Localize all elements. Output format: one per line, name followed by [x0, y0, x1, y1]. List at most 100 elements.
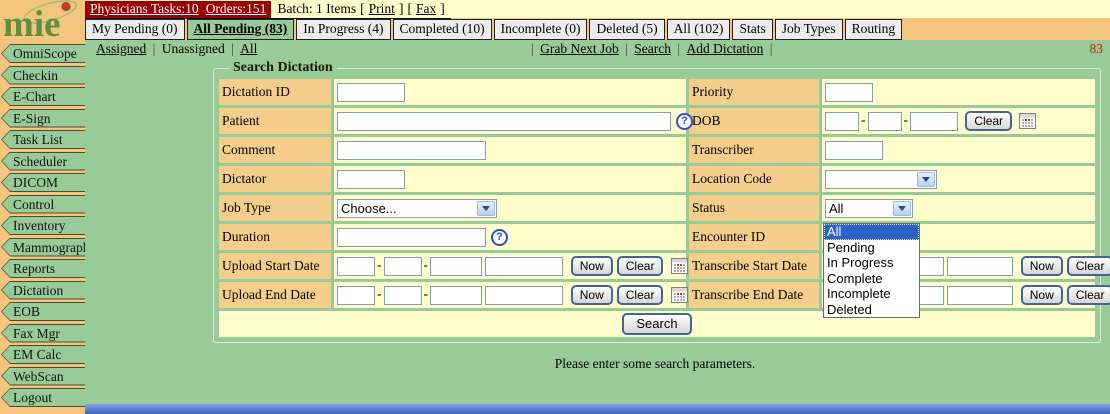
sidebar-item-reports[interactable]: Reports: [1, 259, 85, 278]
field-label-transcribe-start-date: Transcribe Start Date: [689, 253, 819, 279]
calendar-icon[interactable]: [671, 287, 688, 303]
batch-info: Batch: 1 Items [ Print ] [ Fax ]: [271, 1, 450, 18]
help-icon[interactable]: ?: [491, 229, 508, 246]
status-select[interactable]: All: [825, 199, 913, 218]
fax-link[interactable]: Fax: [416, 1, 436, 17]
dob-year-input[interactable]: [910, 112, 958, 131]
duration-input[interactable]: [337, 228, 486, 247]
transcribe-start-now-button[interactable]: Now: [1021, 256, 1063, 276]
sidebar-item-scheduler[interactable]: Scheduler: [1, 152, 85, 171]
upload-end-clear-button[interactable]: Clear: [617, 285, 664, 305]
tab-stats[interactable]: Stats: [732, 19, 772, 40]
separator: |: [231, 41, 234, 56]
tab-my-pending[interactable]: My Pending (0): [85, 19, 185, 40]
field-label-priority: Priority: [689, 79, 819, 105]
upload-start-now-button[interactable]: Now: [571, 256, 613, 276]
print-link[interactable]: Print: [369, 1, 395, 17]
dob-month-input[interactable]: [825, 112, 859, 131]
grab-next-job-link[interactable]: Grab Next Job: [540, 41, 619, 56]
tab-job-types[interactable]: Job Types: [775, 19, 843, 40]
upload-start-year-input[interactable]: [430, 257, 482, 276]
physicians-tasks-link[interactable]: Physicians Tasks:10: [90, 1, 199, 17]
upload-start-clear-button[interactable]: Clear: [617, 256, 664, 276]
assigned-link[interactable]: Assigned: [96, 41, 146, 56]
dob-clear-button[interactable]: Clear: [965, 111, 1012, 131]
sidebar-item-logout[interactable]: Logout: [1, 388, 85, 407]
patient-input[interactable]: [337, 112, 671, 131]
bracket: [: [407, 1, 412, 17]
sidebar-item-inventory[interactable]: Inventory: [1, 216, 85, 235]
upload-start-day-input[interactable]: [384, 257, 422, 276]
tab-all[interactable]: All (102): [667, 19, 731, 40]
upload-end-day-input[interactable]: [384, 286, 422, 305]
field-label-upload-end-date: Upload End Date: [219, 282, 331, 308]
status-option-all[interactable]: All: [824, 224, 919, 240]
orders-link[interactable]: Orders:151: [206, 1, 267, 17]
dictation-id-input[interactable]: [337, 83, 405, 102]
upload-end-now-button[interactable]: Now: [571, 285, 613, 305]
transcribe-start-clear-button[interactable]: Clear: [1067, 256, 1110, 276]
bracket: ]: [399, 1, 404, 17]
upload-end-year-input[interactable]: [430, 286, 482, 305]
help-icon[interactable]: ?: [676, 113, 693, 130]
sidebar-item-eob[interactable]: EOB: [1, 302, 85, 321]
dob-day-input[interactable]: [868, 112, 902, 131]
sidebar-item-webscan[interactable]: WebScan: [1, 367, 85, 386]
field-label-dob: DOB: [689, 108, 819, 134]
tab-completed[interactable]: Completed (10): [393, 19, 492, 40]
separator: |: [770, 41, 773, 56]
sidebar-item-control[interactable]: Control: [1, 195, 85, 214]
priority-input[interactable]: [825, 83, 873, 102]
comment-input[interactable]: [337, 141, 486, 160]
transcriber-input[interactable]: [825, 141, 883, 160]
sidebar-item-fax-mgr[interactable]: Fax Mgr: [1, 324, 85, 343]
field-label-job-type: Job Type: [219, 195, 331, 221]
sidebar-item-em-calc[interactable]: EM Calc: [1, 345, 85, 364]
sidebar-item-mammography[interactable]: Mammography: [1, 238, 85, 257]
upload-start-month-input[interactable]: [337, 257, 375, 276]
sidebar-item-echart[interactable]: E-Chart: [1, 87, 85, 106]
sidebar-item-dicom[interactable]: DICOM: [1, 173, 85, 192]
top-status-inner: Physicians Tasks:10 Orders:151 Batch: 1 …: [85, 1, 451, 19]
sidebar-item-esign[interactable]: E-Sign: [1, 109, 85, 128]
sidebar-item-dictation[interactable]: Dictation: [1, 281, 85, 300]
sidebar-item-label: Task List: [1, 130, 85, 149]
date-dash: -: [904, 112, 909, 127]
sidebar-item-label: Control: [1, 195, 85, 214]
status-option-in-progress[interactable]: In Progress: [824, 255, 919, 271]
tab-all-pending[interactable]: All Pending (83): [187, 19, 295, 40]
field-label-comment: Comment: [219, 137, 331, 163]
calendar-icon[interactable]: [671, 258, 688, 274]
upload-end-time-input[interactable]: [485, 286, 563, 305]
transcribe-end-now-button[interactable]: Now: [1021, 285, 1063, 305]
status-option-deleted[interactable]: Deleted: [824, 302, 919, 318]
sidebar: OmniScope Checkin E-Chart E-Sign Task Li…: [0, 44, 85, 410]
sidebar-item-task-list[interactable]: Task List: [1, 130, 85, 149]
sidebar-item-label: Checkin: [1, 66, 85, 85]
location-code-select[interactable]: [825, 170, 937, 189]
dictator-input[interactable]: [337, 170, 405, 189]
calendar-icon[interactable]: [1019, 113, 1036, 129]
logo-red-dot-icon: [61, 2, 70, 11]
sidebar-item-checkin[interactable]: Checkin: [1, 66, 85, 85]
transcribe-end-time-input[interactable]: [947, 286, 1013, 305]
date-dash: -: [424, 257, 429, 272]
all-link[interactable]: All: [240, 41, 257, 56]
job-type-select[interactable]: Choose...: [337, 199, 497, 218]
status-option-pending[interactable]: Pending: [824, 240, 919, 256]
search-link[interactable]: Search: [634, 41, 671, 56]
status-option-complete[interactable]: Complete: [824, 271, 919, 287]
transcribe-start-time-input[interactable]: [947, 257, 1013, 276]
add-dictation-link[interactable]: Add Dictation: [686, 41, 763, 56]
status-option-incomplete[interactable]: Incomplete: [824, 286, 919, 302]
tab-in-progress[interactable]: In Progress (4): [296, 19, 390, 40]
tab-deleted[interactable]: Deleted (5): [589, 19, 664, 40]
sidebar-item-label: E-Sign: [1, 109, 85, 128]
sidebar-item-omniscope[interactable]: OmniScope: [1, 44, 85, 63]
tab-routing[interactable]: Routing: [845, 19, 903, 40]
tab-incomplete[interactable]: Incomplete (0): [494, 19, 588, 40]
transcribe-end-clear-button[interactable]: Clear: [1067, 285, 1110, 305]
upload-start-time-input[interactable]: [485, 257, 563, 276]
search-button[interactable]: Search: [622, 313, 691, 335]
upload-end-month-input[interactable]: [337, 286, 375, 305]
